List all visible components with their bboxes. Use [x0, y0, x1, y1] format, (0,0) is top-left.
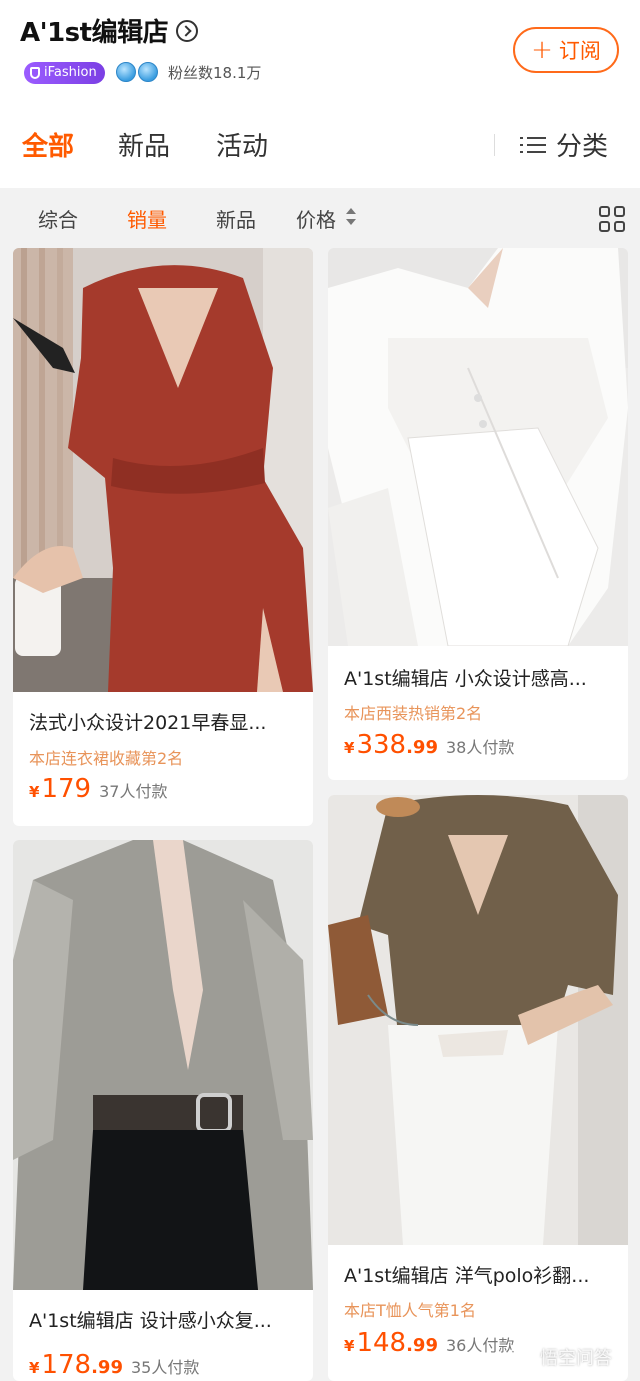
- product-image[interactable]: [13, 840, 313, 1290]
- watermark: 悟空问答: [508, 1344, 612, 1370]
- shop-name[interactable]: A'1st编辑店: [20, 12, 169, 49]
- sort-sales[interactable]: 销量: [127, 204, 167, 233]
- diamond-icon: [30, 67, 40, 79]
- product-price: ¥ 179 37人付款: [29, 774, 167, 804]
- product-image[interactable]: [13, 248, 313, 692]
- product-title[interactable]: A'1st编辑店 洋气polo衫翻...: [344, 1261, 589, 1288]
- product-title[interactable]: A'1st编辑店 小众设计感高...: [344, 664, 587, 691]
- crown-icon: [138, 62, 158, 82]
- sold-count: 35人付款: [130, 1358, 200, 1377]
- tab-all[interactable]: 全部: [22, 126, 74, 163]
- currency-symbol: ¥: [29, 783, 40, 801]
- sold-count: 36人付款: [445, 1336, 515, 1355]
- currency-symbol: ¥: [344, 739, 355, 757]
- product-card[interactable]: A'1st编辑店 洋气polo衫翻... 本店T恤人气第1名 ¥ 148 .99…: [328, 795, 628, 1381]
- sort-price[interactable]: 价格: [296, 204, 336, 233]
- sort-arrows-icon[interactable]: [346, 208, 356, 228]
- product-card[interactable]: A'1st编辑店 小众设计感高... 本店西装热销第2名 ¥ 338 .99 3…: [328, 248, 628, 780]
- price-decimal: .99: [406, 1335, 438, 1356]
- product-rank: 本店T恤人气第1名: [344, 1301, 476, 1320]
- grid-view-icon[interactable]: [599, 206, 625, 232]
- price-integer: 179: [41, 774, 92, 804]
- category-label: 分类: [556, 132, 609, 162]
- product-card[interactable]: 法式小众设计2021早春显... 本店连衣裙收藏第2名 ¥ 179 37人付款: [13, 248, 313, 826]
- subscribe-label: 订阅: [558, 39, 601, 63]
- divider: [494, 134, 495, 156]
- product-price: ¥ 338 .99 38人付款: [344, 730, 514, 760]
- tab-new[interactable]: 新品: [118, 126, 170, 163]
- product-title[interactable]: 法式小众设计2021早春显...: [29, 708, 266, 735]
- currency-symbol: ¥: [29, 1359, 40, 1377]
- crown-icon: [116, 62, 136, 82]
- price-integer: 148: [356, 1328, 407, 1358]
- currency-symbol: ¥: [344, 1337, 355, 1355]
- plus-icon: +: [531, 35, 553, 65]
- tab-events[interactable]: 活动: [216, 126, 268, 163]
- sort-new[interactable]: 新品: [216, 204, 256, 233]
- product-title[interactable]: A'1st编辑店 设计感小众复...: [29, 1306, 272, 1333]
- product-image[interactable]: [328, 248, 628, 646]
- fans-count: 粉丝数18.1万: [168, 64, 262, 82]
- subscribe-button[interactable]: + 订阅: [513, 27, 619, 73]
- sold-count: 38人付款: [445, 738, 515, 757]
- price-integer: 178: [41, 1350, 92, 1380]
- sort-default[interactable]: 综合: [38, 204, 78, 233]
- ifashion-badge: iFashion: [24, 62, 105, 84]
- product-price: ¥ 178 .99 35人付款: [29, 1350, 199, 1380]
- product-price: ¥ 148 .99 36人付款: [344, 1328, 514, 1358]
- price-integer: 338: [356, 730, 407, 760]
- price-decimal: .99: [406, 737, 438, 758]
- wukong-logo-icon: [508, 1346, 534, 1368]
- sort-bar: 综合 销量 新品 价格: [0, 188, 640, 246]
- list-icon: [520, 135, 546, 155]
- watermark-text: 悟空问答: [540, 1348, 612, 1369]
- shop-level-icons: [116, 62, 158, 82]
- sold-count: 37人付款: [99, 782, 168, 801]
- product-rank: 本店连衣裙收藏第2名: [29, 749, 184, 768]
- shop-header: A'1st编辑店 iFashion 粉丝数18.1万 + 订阅 全部 新品 活动…: [0, 0, 640, 188]
- price-decimal: .99: [91, 1357, 123, 1378]
- main-tabs: 全部 新品 活动 分类: [0, 122, 640, 168]
- ifashion-label: iFashion: [44, 65, 97, 80]
- chevron-right-icon[interactable]: [176, 20, 198, 42]
- product-image[interactable]: [328, 795, 628, 1245]
- product-card[interactable]: A'1st编辑店 设计感小众复... ¥ 178 .99 35人付款: [13, 840, 313, 1381]
- product-rank: 本店西装热销第2名: [344, 704, 483, 723]
- category-button[interactable]: 分类: [520, 126, 608, 163]
